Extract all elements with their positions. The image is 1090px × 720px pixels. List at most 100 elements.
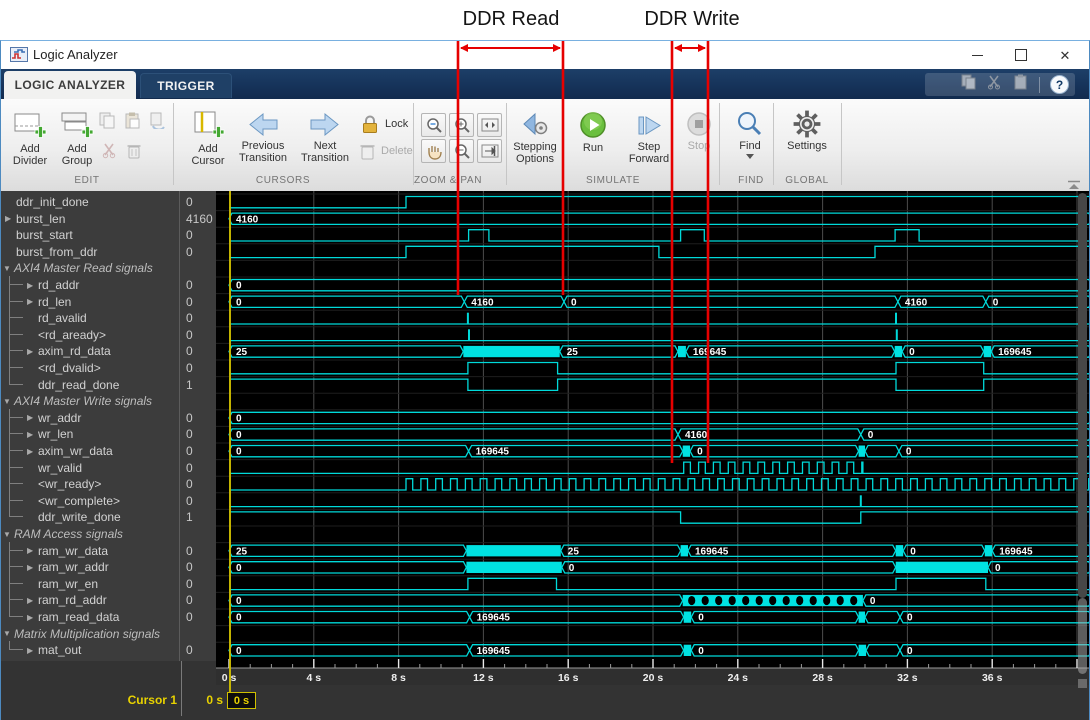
scrollbar-corner: [1078, 679, 1087, 688]
vertical-scrollbar-track[interactable]: [1078, 193, 1087, 598]
settings-button[interactable]: Settings: [785, 110, 829, 152]
zoom-to-cursor-button[interactable]: [477, 139, 502, 163]
expand-icon[interactable]: ▶: [5, 214, 11, 223]
signal-row[interactable]: ▶ ram_rd_addr 0: [1, 591, 216, 609]
expand-icon[interactable]: ▶: [27, 646, 33, 655]
collapse-icon[interactable]: ▼: [3, 397, 11, 406]
vertical-scrollbar-thumb[interactable]: [1078, 598, 1087, 674]
expand-icon[interactable]: ▶: [27, 613, 33, 622]
expand-icon[interactable]: ▶: [27, 563, 33, 572]
signal-row[interactable]: ▶ wr_len 0: [1, 425, 216, 443]
svg-text:0: 0: [236, 596, 242, 607]
find-button[interactable]: Find: [729, 110, 771, 159]
tree-line: [9, 383, 23, 385]
signal-group-row[interactable]: ▼ AXI4 Master Read signals: [1, 259, 216, 276]
pan-button[interactable]: [421, 139, 446, 163]
expand-icon[interactable]: ▶: [27, 297, 33, 306]
time-cursor-line[interactable]: [229, 191, 231, 694]
signal-value: 0: [186, 427, 193, 442]
svg-text:0: 0: [236, 414, 242, 425]
collapse-icon[interactable]: ▼: [3, 629, 11, 638]
signal-name: <wr_ready>: [38, 477, 102, 492]
signal-row[interactable]: <rd_aready> 0: [1, 325, 216, 343]
signal-name: burst_start: [16, 228, 73, 243]
waveform-canvas[interactable]: 4160 0 0 4160 0 4160 0 25 25 169645 0 169645 0 0 4160 0…: [216, 191, 1090, 660]
signal-group-row[interactable]: ▼ Matrix Multiplication signals: [1, 625, 216, 642]
run-button[interactable]: Run: [573, 110, 613, 154]
cut-icon[interactable]: [99, 141, 119, 159]
svg-text:0: 0: [697, 447, 703, 458]
fit-to-view-button[interactable]: [477, 113, 502, 137]
add-cursor-button[interactable]: Add Cursor: [185, 109, 231, 167]
add-divider-icon: [14, 113, 47, 138]
qat-paste-icon[interactable]: [1013, 74, 1029, 95]
signal-row[interactable]: ▶ rd_len 0: [1, 292, 216, 310]
signal-row[interactable]: rd_avalid 0: [1, 309, 216, 327]
tab-trigger[interactable]: TRIGGER: [140, 73, 232, 98]
zoom-out-button[interactable]: [449, 139, 474, 163]
stop-icon: [687, 112, 711, 136]
add-cursor-icon: [194, 111, 225, 138]
previous-transition-button[interactable]: Previous Transition: [233, 111, 293, 164]
svg-text:169645: 169645: [477, 646, 511, 657]
add-group-button[interactable]: Add Group: [55, 109, 99, 167]
paste-icon[interactable]: [122, 111, 142, 129]
qat-cut-icon[interactable]: [987, 74, 1003, 95]
duplicate-icon[interactable]: [148, 111, 168, 129]
lock-button[interactable]: Lock: [359, 114, 408, 134]
signal-row[interactable]: burst_start 0: [1, 226, 216, 243]
cursor-time-box[interactable]: 0 s: [227, 692, 256, 709]
expand-icon[interactable]: ▶: [27, 447, 33, 456]
close-button[interactable]: ✕: [1043, 41, 1087, 69]
signal-row[interactable]: ddr_read_done 1: [1, 375, 216, 393]
collapse-icon[interactable]: ▼: [3, 264, 11, 273]
section-label-zoom-pan: ZOOM & PAN: [413, 175, 483, 186]
signal-row[interactable]: <wr_ready> 0: [1, 475, 216, 493]
signal-name: rd_avalid: [38, 311, 87, 326]
signal-row[interactable]: ▶ rd_addr 0: [1, 276, 216, 293]
signal-row[interactable]: wr_valid 0: [1, 458, 216, 476]
expand-icon[interactable]: ▶: [27, 347, 33, 356]
zoom-in-time-button[interactable]: [421, 113, 446, 137]
tab-logic-analyzer[interactable]: LOGIC ANALYZER: [4, 71, 136, 99]
signal-row[interactable]: ▶ mat_out 0: [1, 641, 216, 658]
signal-row[interactable]: <rd_dvalid> 0: [1, 359, 216, 376]
signal-row[interactable]: ▶ ram_wr_addr 0: [1, 558, 216, 576]
tree-line: [9, 333, 23, 335]
signal-group-row[interactable]: ▼ RAM Access signals: [1, 525, 216, 542]
expand-icon[interactable]: ▶: [27, 546, 33, 555]
expand-icon[interactable]: ▶: [27, 281, 33, 290]
signal-row[interactable]: ram_wr_en 0: [1, 574, 216, 592]
expand-icon[interactable]: ▶: [27, 596, 33, 605]
expand-icon[interactable]: ▶: [27, 413, 33, 422]
delete-button[interactable]: Delete: [359, 142, 413, 160]
signal-row[interactable]: ddr_init_done 0: [1, 193, 216, 210]
svg-text:25: 25: [236, 347, 248, 358]
signal-row[interactable]: ▶ wr_addr 0: [1, 408, 216, 426]
expand-icon[interactable]: ▶: [27, 430, 33, 439]
signal-row[interactable]: ddr_write_done 1: [1, 508, 216, 525]
signal-row[interactable]: ▶ axim_rd_data 0: [1, 342, 216, 360]
next-transition-button[interactable]: Next Transition: [295, 111, 355, 164]
copy-icon[interactable]: [97, 111, 117, 129]
signal-value: 0: [186, 643, 193, 658]
step-forward-button[interactable]: Step Forward: [623, 112, 675, 165]
qat-copy-icon[interactable]: [961, 74, 977, 95]
stepping-options-button[interactable]: Stepping Options: [509, 111, 561, 165]
signal-group-row[interactable]: ▼ AXI4 Master Write signals: [1, 392, 216, 409]
qat-separator: [1039, 76, 1040, 93]
signal-row[interactable]: ▶ axim_wr_data 0: [1, 442, 216, 459]
minimize-button[interactable]: [955, 41, 999, 69]
trash-icon[interactable]: [124, 141, 144, 159]
signal-row[interactable]: ▶ burst_len 4160: [1, 210, 216, 227]
stop-button[interactable]: Stop: [681, 110, 717, 152]
help-button[interactable]: ?: [1050, 75, 1069, 94]
add-divider-button[interactable]: Add Divider: [7, 109, 53, 167]
signal-row[interactable]: burst_from_ddr 0: [1, 243, 216, 260]
collapse-icon[interactable]: ▼: [3, 530, 11, 539]
signal-row[interactable]: ▶ ram_read_data 0: [1, 608, 216, 625]
signal-row[interactable]: <wr_complete> 0: [1, 491, 216, 509]
zoom-in-button[interactable]: [449, 113, 474, 137]
maximize-button[interactable]: [999, 41, 1043, 69]
signal-row[interactable]: ▶ ram_wr_data 0: [1, 541, 216, 559]
